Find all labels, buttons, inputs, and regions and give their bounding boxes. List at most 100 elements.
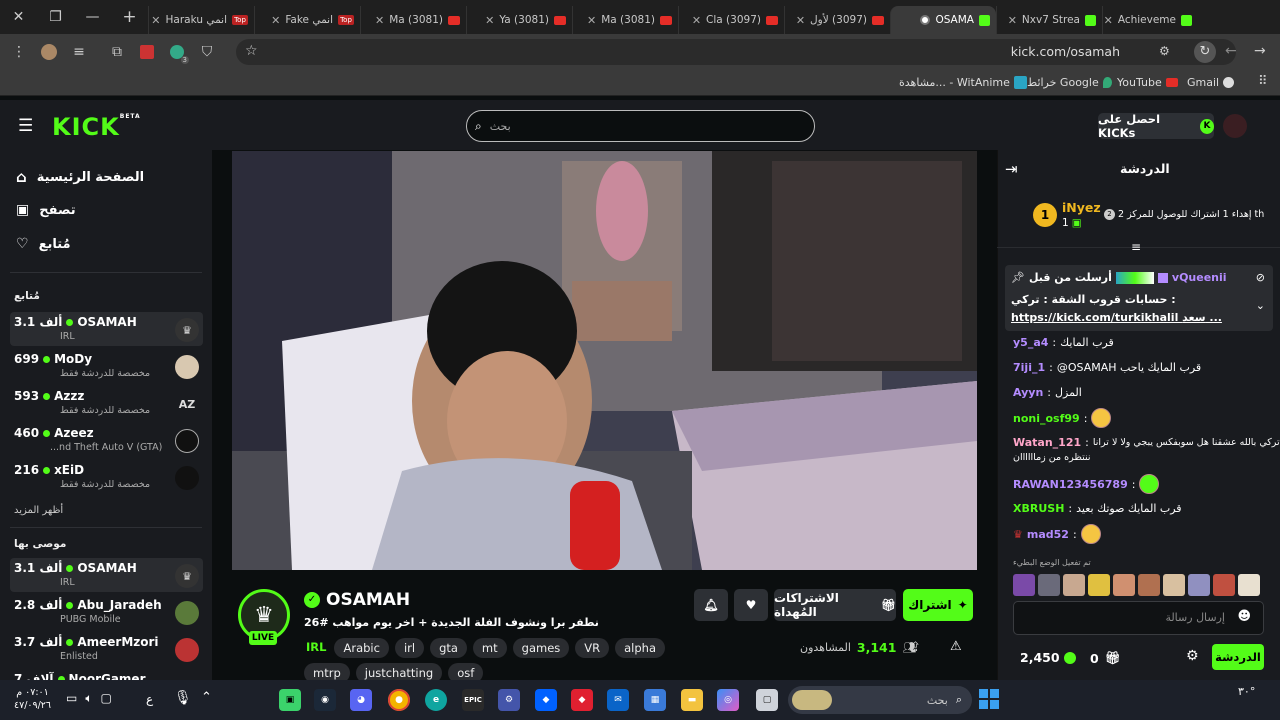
pinned-message[interactable]: 📌︎ أرسلت من قبل vQueenii حسابات قروب الش… [1005,265,1273,331]
new-tab-button[interactable]: + [111,0,148,34]
nav-home[interactable]: ⌂ الصفحة الرئيسية [16,168,144,186]
kicks-balance[interactable]: 2,450 [1020,650,1076,665]
browser-tab[interactable]: (3081) Ma ✕ [360,6,466,34]
notification-bell-button[interactable]: 🔔︎ [694,589,728,621]
close-tab-icon[interactable]: ✕ [271,14,280,27]
sidebar-channel[interactable]: 2.8 ألف Abu_Jaradeh PUBG Mobile [10,595,203,629]
sidebar-channel[interactable]: 3.1 ألف OSAMAH IRL ♛ [10,558,203,592]
emote-icon[interactable] [1213,574,1235,596]
sidebar-channel[interactable]: 3.7 ألف AmeerMzori Enlisted [10,632,203,666]
copilot-icon[interactable]: ◎ [717,689,739,711]
close-tab-icon[interactable]: ✕ [587,14,596,27]
restore-window-icon[interactable]: ❐ [37,0,74,34]
video-player[interactable] [232,151,977,570]
browser-tab[interactable]: Achieveme ✕ [1102,6,1198,34]
sidebar-channel[interactable]: 593 Azzz مخصصة للدردشة فقط AZ [10,386,203,420]
close-tab-icon[interactable]: ✕ [1104,14,1113,27]
taskbar-clock[interactable]: ٠٧:٠١ م ٤٧/٠٩/٢٦ [14,686,51,712]
sidebar-channel[interactable]: 7 آلاف NoorGamer [10,669,203,680]
tag-chip[interactable]: games [512,638,570,658]
share-icon[interactable]: ⇪ [910,640,921,655]
settings-app-icon[interactable]: ⚙ [498,689,520,711]
reading-list-icon[interactable]: ≡ [64,37,94,67]
browser-tab[interactable]: (3081) Ma ✕ [572,6,678,34]
browser-tab[interactable]: Nxv7 Strea ✕ [996,6,1102,34]
extensions-icon[interactable]: ⧉ [102,37,132,67]
app-icon[interactable]: ▣ [279,689,301,711]
emote-icon[interactable] [1113,574,1135,596]
user-avatar[interactable] [1223,114,1247,138]
emote-icon[interactable] [1088,574,1110,596]
bookmark-youtube[interactable]: YouTube [1117,76,1178,89]
chrome-icon[interactable]: ● [388,689,410,711]
tag-chip[interactable]: mt [472,638,507,658]
send-chat-button[interactable]: الدردشة [1212,644,1264,670]
bookmark-maps[interactable]: خرائط Google [1027,76,1112,89]
category-link[interactable]: IRL [304,638,328,658]
app-red-icon[interactable]: ◆ [571,689,593,711]
tag-chip[interactable]: Arabic [334,638,389,658]
unpin-icon[interactable]: ⊘ [1256,271,1265,284]
browser-tab[interactable]: Top انمي Haraku ✕ [148,6,254,34]
sidebar-channel[interactable]: 3.1 ألف OSAMAH IRL ♛ [10,312,203,346]
chevron-down-icon[interactable]: ⌄ [1256,299,1265,312]
outlook-icon[interactable]: ✉ [607,689,629,711]
report-warning-icon[interactable]: ⚠ [950,639,962,654]
file-explorer-icon[interactable]: ▬ [681,689,703,711]
close-tab-icon[interactable]: ✕ [151,14,160,27]
close-tab-icon[interactable]: ✕ [796,14,805,27]
browser-tab[interactable]: (3097) Cla ✕ [678,6,784,34]
sidebar-channel[interactable]: 216 xEiD مخصصة للدردشة فقط [10,460,203,494]
discord-icon[interactable]: ◕ [350,689,372,711]
close-tab-icon[interactable]: ✕ [1008,14,1017,27]
minimize-window-icon[interactable]: — [74,0,111,34]
sidebar-channel[interactable]: 699 MoDy مخصصة للدردشة فقط [10,349,203,383]
volume-icon[interactable]: 🔈︎ [85,691,92,706]
battery-icon[interactable]: ▭ [66,691,77,706]
back-icon[interactable]: ← [1225,43,1237,59]
edge-icon[interactable]: e [425,689,447,711]
gift-subs-button[interactable]: الاشتراكات المُهداة 🎁︎ [774,589,896,621]
show-hidden-icons-chevron-icon[interactable]: ⌃ [201,690,212,705]
microphone-icon[interactable]: 🎙︎ [174,690,192,706]
dropbox-icon[interactable]: ◆ [535,689,557,711]
emote-icon[interactable] [1038,574,1060,596]
close-tab-icon[interactable]: ✕ [692,14,701,27]
bookmarks-menu-icon[interactable]: ⠿ [1258,74,1268,89]
emote-icon[interactable] [1013,574,1035,596]
emoji-picker-icon[interactable]: ☻ [1237,609,1251,624]
show-more-link[interactable]: أظهر المزيد [14,505,63,516]
emote-icon[interactable] [1063,574,1085,596]
profile-avatar-icon[interactable] [34,37,64,67]
nav-following[interactable]: ♡ مُتابع [16,236,71,252]
taskbar-search[interactable]: بحث ⌕ [788,686,972,714]
bookmark-gmail[interactable]: Gmail [1187,76,1235,89]
channel-name[interactable]: ✓ OSAMAH [304,590,410,610]
network-icon[interactable]: ▢ [101,691,112,706]
collapse-chat-icon[interactable]: ⇥ [1005,160,1018,178]
kick-logo[interactable]: KICKBETA [52,113,141,141]
hamburger-menu-icon[interactable]: ☰ [18,116,33,136]
get-kicks-button[interactable]: احصل على KICKs K [1098,112,1214,140]
follow-heart-button[interactable]: ♥ [734,589,768,621]
weather-temp[interactable]: ٣٠° [1238,685,1255,698]
browser-tab[interactable]: (3081) Ya ✕ [466,6,572,34]
site-settings-icon[interactable]: ⚙ [1159,44,1170,58]
emote-icon[interactable] [1138,574,1160,596]
close-tab-icon[interactable]: ✕ [485,14,494,27]
menu-dots-icon[interactable]: ⋮ [4,37,34,67]
tag-chip[interactable]: VR [575,638,610,658]
extension-badge-icon[interactable]: 3 [162,37,192,67]
windows-start-icon[interactable] [979,689,999,709]
search-input[interactable]: ⌕ بحث [466,110,815,142]
nav-browse[interactable]: ▣ تصفح [16,202,76,218]
browser-tab[interactable]: (3097) لأول ✕ [784,6,890,34]
emote-icon[interactable] [1238,574,1260,596]
star-bookmark-icon[interactable]: ☆ [245,43,258,59]
gift-count[interactable]: 0 🎁︎ [1090,650,1121,666]
shield-icon[interactable]: ⛉ [192,37,222,67]
store-icon[interactable]: ▦ [644,689,666,711]
browser-tab[interactable]: Top انمي Fake ✕ [254,6,360,34]
language-indicator[interactable]: ع [146,692,153,706]
close-tab-icon[interactable]: ✕ [375,14,384,27]
